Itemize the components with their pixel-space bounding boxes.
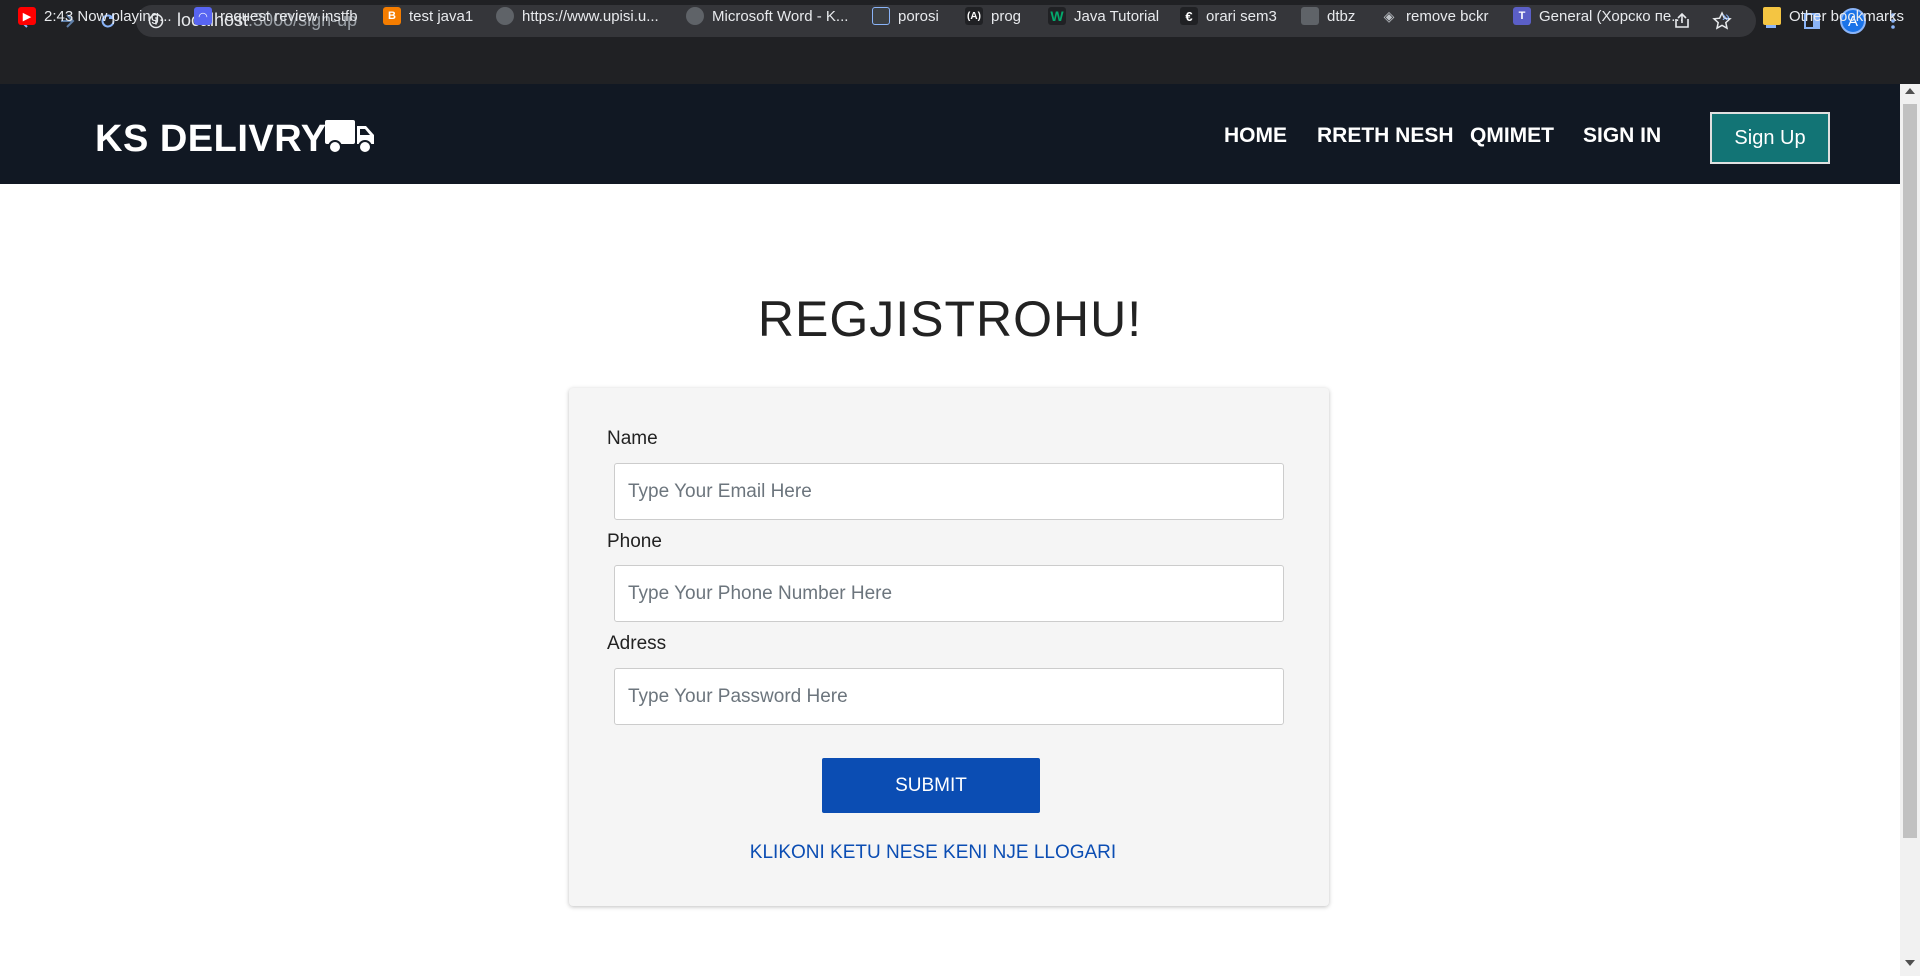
bookmark-item[interactable]: ◈ remove bckr bbox=[1380, 5, 1489, 27]
bookmark-item[interactable]: https://www.upisi.u... bbox=[496, 5, 659, 27]
bookmark-item[interactable]: ▶ 2:43 Now playing... bbox=[18, 5, 172, 27]
angular-icon: (A) bbox=[965, 7, 983, 25]
name-label: Name bbox=[607, 428, 658, 449]
bookmark-site-icon: ◠ bbox=[194, 7, 212, 25]
nav-prices[interactable]: QMIMET bbox=[1470, 124, 1554, 148]
layers-icon: ◈ bbox=[1383, 7, 1395, 24]
nav-about[interactable]: RRETH NESH bbox=[1317, 124, 1454, 148]
nav-sign-in[interactable]: SIGN IN bbox=[1583, 124, 1661, 148]
teams-icon: T bbox=[1513, 7, 1531, 25]
blogger-icon: B bbox=[383, 7, 401, 25]
phone-label: Phone bbox=[607, 531, 662, 552]
address-input[interactable] bbox=[614, 668, 1284, 725]
w3-icon: W bbox=[1048, 7, 1066, 25]
bookmark-item[interactable]: € orari sem3 bbox=[1180, 5, 1277, 27]
scrollbar-thumb[interactable] bbox=[1903, 104, 1917, 838]
address-label: Adress bbox=[607, 633, 667, 654]
bookmark-item[interactable]: T General (Хорско пе... bbox=[1513, 5, 1684, 27]
site-icon: € bbox=[1180, 7, 1198, 25]
phone-input[interactable] bbox=[614, 565, 1284, 622]
site-icon bbox=[872, 7, 890, 25]
globe-icon bbox=[496, 7, 514, 25]
bookmark-item[interactable]: dtbz bbox=[1301, 5, 1355, 27]
bookmark-item[interactable]: B test java1 bbox=[383, 5, 473, 27]
scroll-down-arrow[interactable] bbox=[1905, 960, 1915, 966]
bookmark-item[interactable]: ◠ request review instfb bbox=[194, 5, 358, 27]
submit-button[interactable]: SUBMIT bbox=[822, 758, 1040, 813]
globe-icon bbox=[686, 7, 704, 25]
truck-icon bbox=[324, 116, 376, 163]
bookmark-item[interactable]: Microsoft Word - K... bbox=[686, 5, 848, 27]
youtube-icon: ▶ bbox=[18, 7, 36, 25]
bookmark-item[interactable]: (A) prog bbox=[965, 5, 1021, 27]
sign-up-button[interactable]: Sign Up bbox=[1710, 112, 1830, 164]
bookmark-item[interactable]: porosi bbox=[872, 5, 939, 27]
bookmarks-overflow-button[interactable]: » bbox=[1722, 5, 1730, 27]
nav-home[interactable]: HOME bbox=[1224, 124, 1287, 148]
page-title: REGJISTROHU! bbox=[757, 291, 1143, 347]
other-bookmarks-folder[interactable]: Other bookmarks bbox=[1763, 5, 1904, 27]
login-link[interactable]: KLIKONI KETU NESE KENI NJE LLOGARI bbox=[0, 842, 1866, 864]
name-input[interactable] bbox=[614, 463, 1284, 520]
brand-logo[interactable]: KS DELIVRY bbox=[95, 118, 327, 161]
folder-icon bbox=[1763, 7, 1781, 25]
scroll-up-arrow[interactable] bbox=[1905, 88, 1915, 94]
site-icon bbox=[1301, 7, 1319, 25]
bookmark-item[interactable]: W Java Tutorial bbox=[1048, 5, 1159, 27]
